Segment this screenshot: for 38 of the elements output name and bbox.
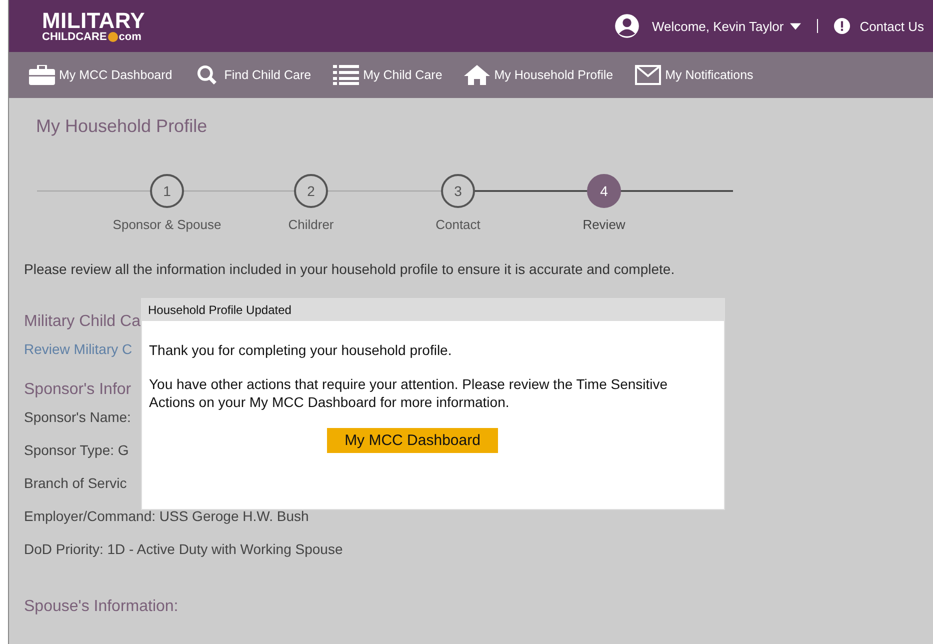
logo[interactable]: MILITARY CHILDCARE com [42,10,146,42]
dialog-message: You have other actions that require your attention. Please review the Time Sensitive Actions on your My MCC Dashboard for more information. [149,375,669,412]
step-marker: 1 [150,174,184,208]
caret-icon[interactable] [790,22,801,30]
nav-link[interactable]: My Child Care [333,65,442,85]
dialog-title: Household Profile Updated [142,299,724,321]
house-icon [464,65,490,85]
step-marker: 2 [294,174,328,208]
nav-link[interactable]: My Household Profile [464,65,614,85]
nav-link[interactable]: My MCC Dashboard [29,65,172,85]
section-heading: Sponsor's Infor [24,381,132,399]
info-line: DoD Priority: 1D - Active Duty with Working Spouse [24,541,343,557]
step-marker: 4 [587,174,621,208]
info-line: Sponsor's Name: [24,409,131,425]
briefcase-icon [29,65,55,85]
intro-text: Please review all the information included in your household profile to ensure it is accurate and complete. [24,261,676,277]
alert-icon [834,18,850,34]
nav-link[interactable]: My Notifications [635,65,754,85]
section-heading: Military Child Ca [24,313,140,331]
step-label: Sponsor & Spouse [112,217,222,232]
step-label: Review [582,217,626,232]
welcome-menu[interactable]: Welcome, Kevin Taylor [652,18,784,34]
info-line: Employer/Command: USS Geroge H.W. Bush [24,508,309,524]
step-marker: 3 [441,174,475,208]
list-icon [333,65,360,85]
info-line: Sponsor Type: G [24,442,129,458]
step-label: Childrer [288,217,334,232]
envelope-icon [635,65,662,85]
section-heading: Spouse's Information: [24,598,178,616]
user-avatar-icon[interactable] [614,13,640,39]
review-link[interactable]: Review Military C [24,341,132,357]
info-line: Branch of Servic [24,475,127,491]
step-label: Contact [436,217,480,232]
page-title: My Household Profile [36,116,208,137]
dialog-message: Thank you for completing your household profile. [149,341,453,360]
nav-link[interactable]: Find Child Care [194,65,312,85]
dashboard-button[interactable]: My MCC Dashboard [326,428,498,453]
contact-link[interactable]: Contact Us [860,18,924,34]
